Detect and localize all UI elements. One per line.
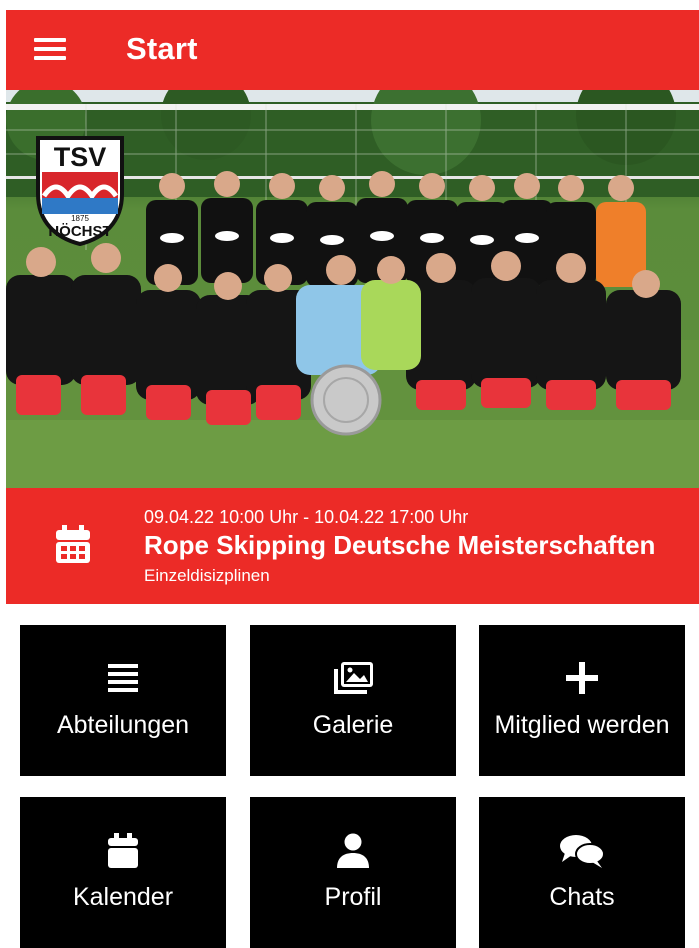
tile-profil[interactable]: Profil [250, 797, 456, 948]
tile-chats[interactable]: Chats [479, 797, 685, 948]
tile-label: Mitglied werden [494, 711, 670, 739]
tile-label: Chats [549, 883, 615, 911]
tile-label: Profil [324, 883, 382, 911]
tile-label: Galerie [312, 711, 394, 739]
tile-mitglied-werden[interactable]: Mitglied werden [479, 625, 685, 776]
event-banner[interactable]: 09.04.22 10:00 Uhr - 10.04.22 17:00 Uhr … [6, 488, 699, 604]
logo-sub: HÖCHST [48, 223, 111, 240]
menu-icon[interactable] [34, 38, 66, 62]
tile-label: Kalender [72, 883, 174, 911]
plus-icon [566, 662, 598, 694]
calendar-icon [56, 525, 90, 563]
gallery-icon [334, 662, 373, 694]
tile-label: Abteilungen [56, 711, 190, 739]
tile-kalender[interactable]: Kalender [20, 797, 226, 948]
user-icon [337, 833, 369, 868]
chats-icon [560, 835, 605, 868]
club-logo: TSV 1875 HÖCHST [36, 136, 124, 247]
tile-galerie[interactable]: Galerie [250, 625, 456, 776]
tile-abteilungen[interactable]: Abteilungen [20, 625, 226, 776]
event-date: 09.04.22 10:00 Uhr - 10.04.22 17:00 Uhr [144, 507, 469, 527]
logo-text: TSV [54, 142, 107, 172]
logo-year: 1875 [71, 214, 89, 223]
calendar-icon [108, 833, 138, 868]
hero-image[interactable]: TSV 1875 HÖCHST [6, 90, 699, 488]
event-subtitle: Einzeldisizplinen [144, 566, 270, 585]
app-bar: Start [6, 10, 699, 90]
list-icon [108, 664, 138, 692]
event-name: Rope Skipping Deutsche Meisterschaften [144, 530, 656, 560]
page-title: Start [126, 31, 198, 66]
